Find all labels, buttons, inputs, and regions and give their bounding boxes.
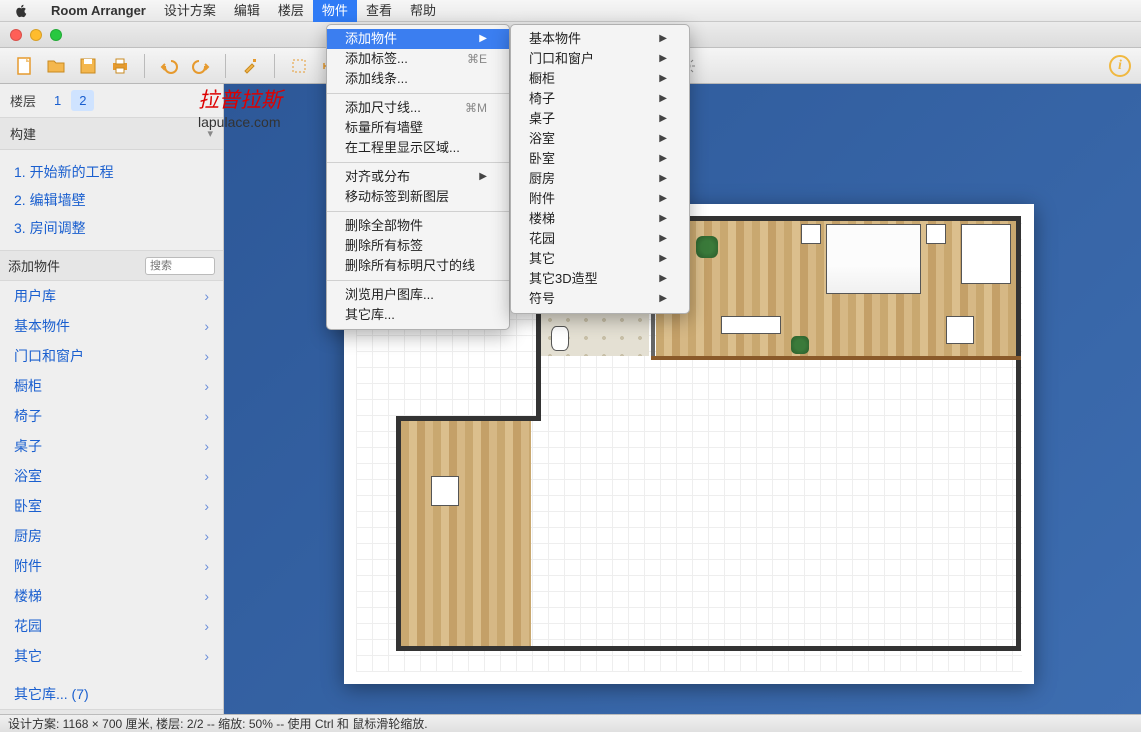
paint-button[interactable] — [236, 53, 264, 79]
window-close-button[interactable] — [10, 29, 22, 41]
furniture-chair[interactable] — [946, 316, 974, 344]
submenu-item[interactable]: 其它3D造型▶ — [511, 269, 689, 289]
floor-tab-2[interactable]: 2 — [71, 90, 94, 111]
search-input[interactable] — [145, 257, 215, 275]
furniture-chair[interactable] — [431, 476, 459, 506]
build-step-walls[interactable]: 2. 编辑墙壁 — [14, 186, 209, 214]
build-step-new[interactable]: 1. 开始新的工程 — [14, 158, 209, 186]
category-item[interactable]: 附件› — [0, 551, 223, 581]
category-item[interactable]: 浴室› — [0, 461, 223, 491]
menu-item[interactable]: 添加尺寸线...⌘M — [327, 98, 509, 118]
save-button[interactable] — [74, 53, 102, 79]
system-menubar: Room Arranger 设计方案 编辑 楼层 物件 查看 帮助 — [0, 0, 1141, 22]
submenu-item[interactable]: 椅子▶ — [511, 89, 689, 109]
furniture-cabinet[interactable] — [721, 316, 781, 334]
submenu-item[interactable]: 橱柜▶ — [511, 69, 689, 89]
furniture-nightstand[interactable] — [926, 224, 946, 244]
window-minimize-button[interactable] — [30, 29, 42, 41]
add-objects-header: 添加物件 — [0, 251, 223, 281]
furniture-desk[interactable] — [961, 224, 1011, 284]
furniture-toilet[interactable] — [551, 326, 569, 351]
menu-item[interactable]: 删除所有标明尺寸的线 — [327, 256, 509, 276]
info-button[interactable]: i — [1109, 55, 1131, 77]
submenu-item[interactable]: 卧室▶ — [511, 149, 689, 169]
print-button[interactable] — [106, 53, 134, 79]
other-libs-item[interactable]: 其它库... (7) — [0, 679, 223, 709]
category-item[interactable]: 橱柜› — [0, 371, 223, 401]
category-item[interactable]: 椅子› — [0, 401, 223, 431]
category-item[interactable]: 桌子› — [0, 431, 223, 461]
menu-item[interactable]: 移动标签到新图层 — [327, 187, 509, 207]
edit-section-header[interactable]: 编辑 ▾ — [0, 710, 223, 714]
menu-item[interactable]: 其它库... — [327, 305, 509, 325]
submenu-item[interactable]: 符号▶ — [511, 289, 689, 309]
submenu-item[interactable]: 浴室▶ — [511, 129, 689, 149]
window-maximize-button[interactable] — [50, 29, 62, 41]
menu-item[interactable]: 添加线条... — [327, 69, 509, 89]
furniture-nightstand[interactable] — [801, 224, 821, 244]
open-file-button[interactable] — [42, 53, 70, 79]
floor-tabs-row: 楼层 1 2 — [0, 84, 223, 118]
menu-item[interactable]: 删除所有标签 — [327, 236, 509, 256]
menu-item[interactable]: 添加物件▶ — [327, 29, 509, 49]
objects-menu-dropdown: 添加物件▶添加标签...⌘E添加线条... 添加尺寸线...⌘M标量所有墙壁在工程… — [326, 24, 510, 330]
menu-item[interactable]: 标量所有墙壁 — [327, 118, 509, 138]
menubar-objects[interactable]: 物件 — [313, 0, 357, 22]
menubar-floor[interactable]: 楼层 — [269, 0, 313, 22]
menubar-edit[interactable]: 编辑 — [225, 0, 269, 22]
add-objects-submenu: 基本物件▶门口和窗户▶橱柜▶椅子▶桌子▶浴室▶卧室▶厨房▶附件▶楼梯▶花园▶其它… — [510, 24, 690, 314]
category-item[interactable]: 楼梯› — [0, 581, 223, 611]
menu-item[interactable]: 在工程里显示区域... — [327, 138, 509, 158]
category-item[interactable]: 门口和窗户› — [0, 341, 223, 371]
new-file-button[interactable] — [10, 53, 38, 79]
menubar-view[interactable]: 查看 — [357, 0, 401, 22]
submenu-item[interactable]: 花园▶ — [511, 229, 689, 249]
submenu-item[interactable]: 其它▶ — [511, 249, 689, 269]
submenu-item[interactable]: 桌子▶ — [511, 109, 689, 129]
category-item[interactable]: 其它› — [0, 641, 223, 671]
furniture-plant[interactable] — [791, 336, 809, 354]
floor-label: 楼层 — [10, 91, 36, 110]
status-bar: 设计方案: 1168 × 700 厘米, 楼层: 2/2 -- 缩放: 50% … — [0, 714, 1141, 732]
submenu-item[interactable]: 楼梯▶ — [511, 209, 689, 229]
category-item[interactable]: 卧室› — [0, 491, 223, 521]
category-item[interactable]: 用户库› — [0, 281, 223, 311]
category-item[interactable]: 花园› — [0, 611, 223, 641]
menubar-help[interactable]: 帮助 — [401, 0, 445, 22]
category-item[interactable]: 基本物件› — [0, 311, 223, 341]
chevron-down-icon: ▾ — [207, 127, 213, 140]
apple-logo-icon[interactable] — [14, 4, 28, 18]
submenu-item[interactable]: 附件▶ — [511, 189, 689, 209]
menu-item[interactable]: 对齐或分布▶ — [327, 167, 509, 187]
sidebar: 楼层 1 2 构建 ▾ 1. 开始新的工程 2. 编辑墙壁 3. 房间调整 添加… — [0, 84, 224, 714]
menu-item[interactable]: 删除全部物件 — [327, 216, 509, 236]
menu-item[interactable]: 浏览用户图库... — [327, 285, 509, 305]
furniture-plant[interactable] — [696, 236, 718, 258]
undo-button[interactable] — [155, 53, 183, 79]
category-item[interactable]: 厨房› — [0, 521, 223, 551]
menubar-design[interactable]: 设计方案 — [155, 0, 225, 22]
build-section-header[interactable]: 构建 ▾ — [0, 118, 223, 150]
redo-button[interactable] — [187, 53, 215, 79]
menubar-app-name[interactable]: Room Arranger — [42, 0, 155, 22]
submenu-item[interactable]: 基本物件▶ — [511, 29, 689, 49]
build-step-rooms[interactable]: 3. 房间调整 — [14, 214, 209, 242]
menu-item[interactable]: 添加标签...⌘E — [327, 49, 509, 69]
furniture-bed[interactable] — [826, 224, 921, 294]
floor-tab-1[interactable]: 1 — [46, 90, 69, 111]
select-tool-button[interactable] — [285, 53, 313, 79]
submenu-item[interactable]: 厨房▶ — [511, 169, 689, 189]
submenu-item[interactable]: 门口和窗户▶ — [511, 49, 689, 69]
